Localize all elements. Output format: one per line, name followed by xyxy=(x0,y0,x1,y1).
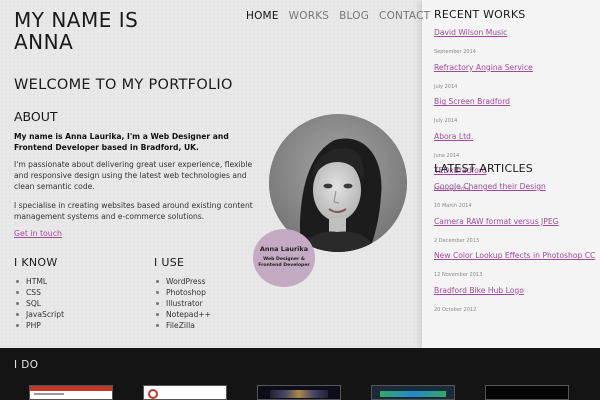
recent-work-link[interactable]: David Wilson Music xyxy=(434,28,533,38)
work-thumbnail[interactable] xyxy=(257,385,341,400)
recent-work-link[interactable]: Refractory Angina Service xyxy=(434,63,533,73)
work-thumbnail[interactable] xyxy=(143,385,227,400)
badge-role: Web Designer & Frontend Developer xyxy=(258,257,310,268)
list-item: Abora Ltd. June 2014 xyxy=(434,132,533,161)
article-date: 2 December 2013 xyxy=(434,237,480,244)
i-use-list: WordPress Photoshop Illustrator Notepad+… xyxy=(154,276,211,331)
list-item: Camera RAW format versus JPEG 2 December … xyxy=(434,217,595,246)
name-badge: Anna Laurika Web Designer & Frontend Dev… xyxy=(253,229,315,287)
list-item: Photoshop xyxy=(154,287,211,298)
work-thumbnail[interactable] xyxy=(371,385,455,400)
recent-work-link[interactable]: Big Screen Bradford xyxy=(434,97,533,107)
list-item: HTML xyxy=(14,276,64,287)
list-item: FileZilla xyxy=(154,320,211,331)
list-item: New Color Lookup Effects in Photoshop CC… xyxy=(434,251,595,280)
article-date: 10 March 2014 xyxy=(434,203,472,209)
list-item: Refractory Angina Service July 2014 xyxy=(434,63,533,92)
i-use-heading: I USE xyxy=(154,256,185,269)
article-link[interactable]: Google Changed their Design xyxy=(434,182,595,192)
i-know-heading: I KNOW xyxy=(14,256,58,269)
latest-articles-heading: LATEST ARTICLES xyxy=(434,162,533,175)
work-thumbnail[interactable] xyxy=(29,385,113,400)
recent-work-date: July 2014 xyxy=(434,83,458,90)
i-do-section: I DO xyxy=(0,348,600,400)
nav-contact[interactable]: CONTACT xyxy=(379,10,430,22)
nav-blog[interactable]: BLOG xyxy=(339,10,369,22)
about-heading: ABOUT xyxy=(14,109,58,124)
recent-work-date: September 2014 xyxy=(434,49,476,55)
badge-name: Anna Laurika xyxy=(259,245,309,253)
recent-work-date: June 2014 xyxy=(434,152,460,159)
nav-home[interactable]: HOME xyxy=(246,10,279,22)
list-item: Illustrator xyxy=(154,298,211,309)
recent-work-date: July 2014 xyxy=(434,118,458,125)
site-title[interactable]: MY NAME IS ANNA xyxy=(14,9,164,53)
i-know-list: HTML CSS SQL JavaScript PHP xyxy=(14,276,64,331)
list-item: David Wilson Music September 2014 xyxy=(434,28,533,57)
about-paragraph-1: I'm passionate about delivering great us… xyxy=(14,160,253,191)
about-paragraph-2: I specialise in creating websites based … xyxy=(14,201,253,221)
list-item: CSS xyxy=(14,287,64,298)
main-nav: HOME WORKS BLOG CONTACT xyxy=(246,10,430,22)
list-item: Notepad++ xyxy=(154,309,211,320)
about-intro: My name is Anna Laurika, I'm a Web Desig… xyxy=(14,132,229,152)
recent-works-heading: RECENT WORKS xyxy=(434,8,526,21)
recent-work-link[interactable]: Abora Ltd. xyxy=(434,132,533,142)
list-item: PHP xyxy=(14,320,64,331)
nav-works[interactable]: WORKS xyxy=(289,10,330,22)
i-do-heading: I DO xyxy=(14,359,39,371)
list-item: Bradford Bike Hub Logo 20 October 2012 xyxy=(434,286,595,315)
list-item: JavaScript xyxy=(14,309,64,320)
latest-articles-list: Google Changed their Design 10 March 2014… xyxy=(434,182,595,320)
recent-works-list: David Wilson Music September 2014 Refract… xyxy=(434,28,533,201)
article-link[interactable]: New Color Lookup Effects in Photoshop CC xyxy=(434,251,595,261)
list-item: SQL xyxy=(14,298,64,309)
work-thumbnail[interactable] xyxy=(485,385,569,400)
article-date: 12 November 2013 xyxy=(434,272,483,279)
list-item: Google Changed their Design 10 March 2014 xyxy=(434,182,595,211)
article-link[interactable]: Bradford Bike Hub Logo xyxy=(434,286,595,296)
list-item: Big Screen Bradford July 2014 xyxy=(434,97,533,126)
article-link[interactable]: Camera RAW format versus JPEG xyxy=(434,217,595,227)
list-item: WordPress xyxy=(154,276,211,287)
welcome-heading: WELCOME TO MY PORTFOLIO xyxy=(14,77,233,93)
article-date: 20 October 2012 xyxy=(434,306,477,313)
get-in-touch-link[interactable]: Get in touch xyxy=(14,229,62,238)
